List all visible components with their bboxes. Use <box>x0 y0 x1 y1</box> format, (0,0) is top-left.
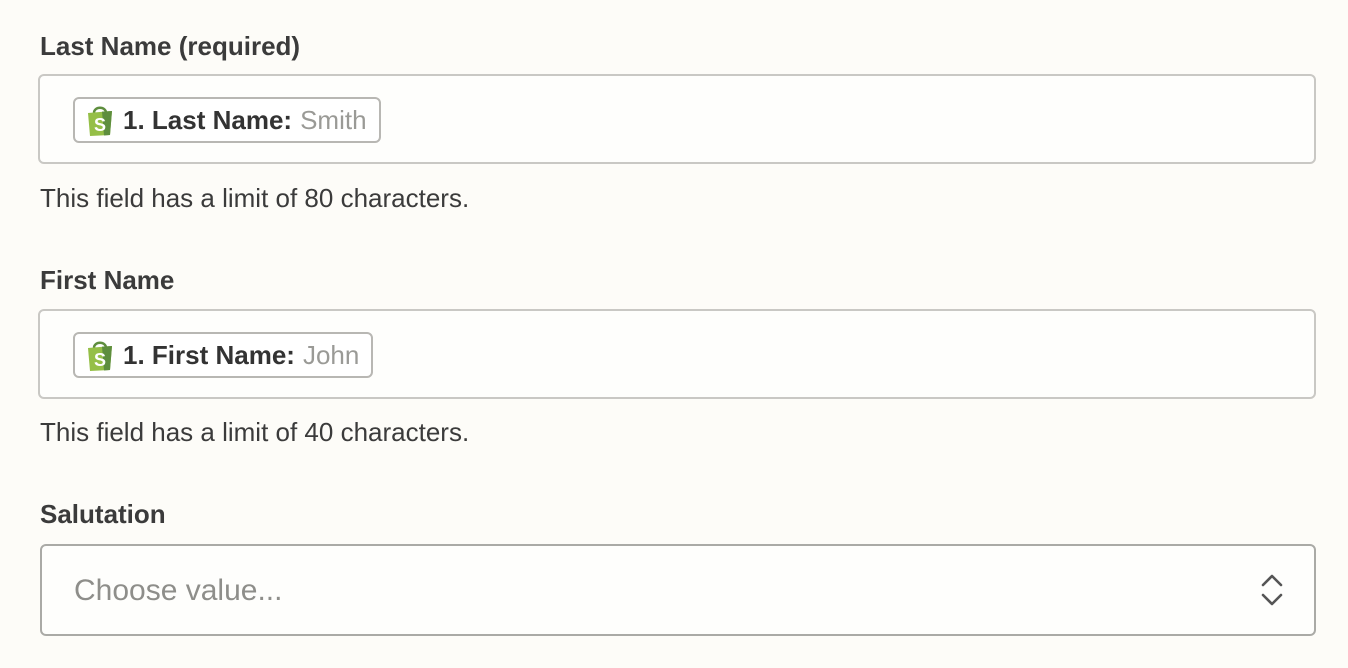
shopify-bag-icon: S <box>85 103 115 137</box>
first-name-input[interactable]: S 1. First Name: John <box>38 309 1316 399</box>
last-name-help: This field has a limit of 80 characters. <box>40 183 470 213</box>
token-value: Smith <box>300 104 367 135</box>
last-name-label: Last Name (required) <box>40 31 301 61</box>
salutation-placeholder: Choose value... <box>74 574 283 607</box>
shopify-bag-icon: S <box>85 338 115 372</box>
last-name-input[interactable]: S 1. Last Name: Smith <box>38 74 1316 164</box>
salutation-select[interactable]: Choose value... <box>40 544 1316 636</box>
token-key: 1. First Name: <box>123 339 295 370</box>
chevron-up-down-icon[interactable] <box>1260 572 1284 613</box>
last-name-token[interactable]: S 1. Last Name: Smith <box>73 97 381 143</box>
svg-text:S: S <box>94 350 106 370</box>
token-key: 1. Last Name: <box>123 104 293 135</box>
first-name-token[interactable]: S 1. First Name: John <box>73 332 374 378</box>
svg-text:S: S <box>94 115 106 135</box>
salutation-label: Salutation <box>40 499 166 529</box>
token-value: John <box>302 339 360 370</box>
first-name-label: First Name <box>40 265 175 295</box>
first-name-help: This field has a limit of 40 characters. <box>40 417 470 447</box>
